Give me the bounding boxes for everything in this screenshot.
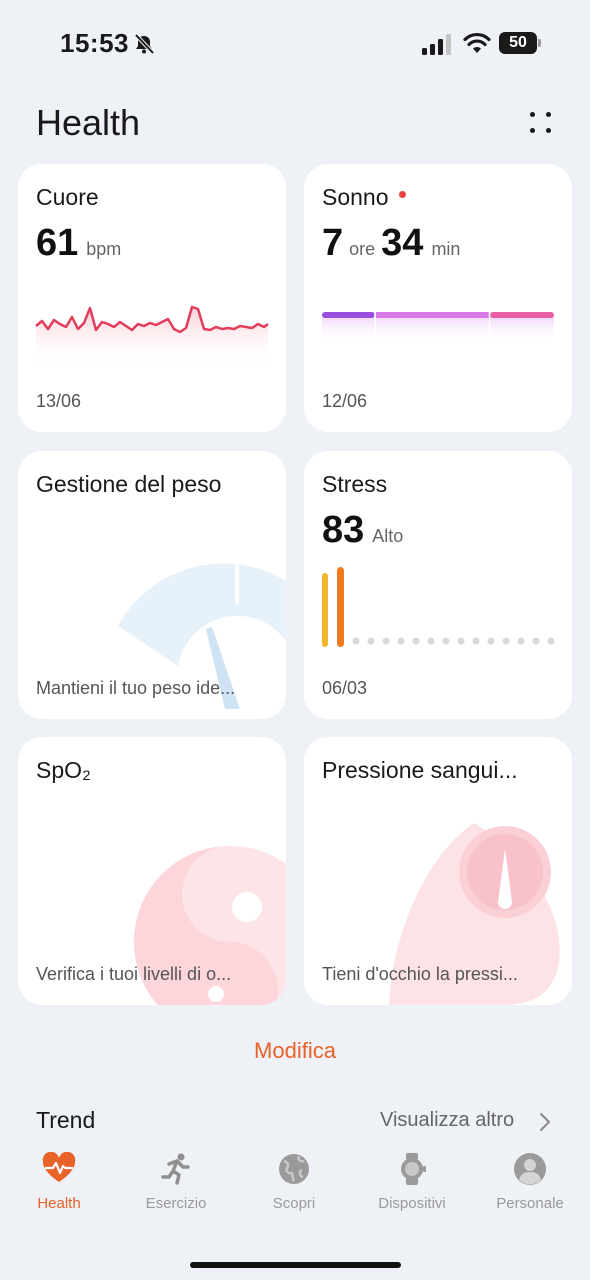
card-subtitle: Mantieni il tuo peso ide... [36, 678, 236, 698]
grid-dot [530, 128, 535, 133]
signal-icon [422, 34, 451, 55]
edit-cards-button[interactable]: Modifica [0, 1038, 590, 1064]
weight-management-card[interactable]: Gestione del peso Mantieni il tuo peso i… [18, 451, 286, 719]
sleep-segment-light [376, 312, 489, 318]
sleep-segment-deep [322, 312, 375, 318]
battery-indicator: 50 [499, 32, 541, 54]
tab-esercizio[interactable]: Esercizio [126, 1152, 226, 1212]
tab-personale[interactable]: Personale [480, 1152, 580, 1212]
sleep-card[interactable]: Sonno 7 ore 34 min 12/06 [304, 164, 572, 432]
tab-label: Scopri [272, 1195, 316, 1212]
card-subtitle: Tieni d'occhio la pressi... [322, 964, 518, 984]
status-bar: 15:53 50 [0, 0, 590, 90]
spo2-card[interactable]: SpO₂ Verifica i tuoi livelli di o... [18, 737, 286, 1005]
status-time: 15:53 [60, 28, 129, 58]
tab-dispositivi[interactable]: Dispositivi [362, 1152, 462, 1212]
bell-muted-icon [134, 33, 155, 55]
stress-card[interactable]: Stress 83 Alto 06/03 [304, 451, 572, 719]
battery-level: 50 [499, 32, 537, 54]
globe-icon [279, 1154, 309, 1184]
heart-rate-card[interactable]: Cuore 61 bpm 13/06 [18, 164, 286, 432]
chevron-right-icon[interactable] [538, 1112, 552, 1132]
watch-icon [401, 1153, 426, 1185]
page-title: Health [36, 102, 141, 143]
stress-empty-dots [352, 637, 555, 645]
card-date: 12/06 [322, 391, 368, 411]
blood-pressure-card[interactable]: Pressione sangui... Tieni d'occhio la pr… [304, 737, 572, 1005]
bottom-tab-bar: Health Esercizio Scopri Dispositivi Pers… [0, 1140, 590, 1280]
person-icon [514, 1153, 546, 1185]
sleep-segment-rem [490, 312, 554, 318]
stress-bar [337, 567, 344, 647]
trend-section-title: Trend [36, 1107, 96, 1133]
tab-label: Dispositivi [378, 1195, 446, 1212]
card-date: 13/06 [36, 391, 82, 411]
grid-dot [530, 112, 535, 117]
card-date: 06/03 [322, 678, 368, 698]
card-title: Gestione del peso [36, 471, 222, 497]
grid-dot [546, 112, 551, 117]
view-more-link[interactable]: Visualizza altro [380, 1109, 514, 1132]
card-title: SpO₂ [36, 757, 91, 783]
wifi-icon [463, 32, 491, 53]
grid-menu-button[interactable] [522, 106, 562, 142]
heart-pulse-icon [42, 1152, 76, 1182]
running-icon [161, 1153, 190, 1185]
card-subtitle: Verifica i tuoi livelli di o... [36, 964, 232, 984]
card-title: Pressione sangui... [322, 757, 518, 783]
heart-rate-area [36, 307, 268, 364]
tab-label: Personale [496, 1195, 564, 1212]
tab-health[interactable]: Health [9, 1152, 109, 1212]
tab-scopri[interactable]: Scopri [244, 1152, 344, 1212]
home-indicator[interactable] [190, 1262, 401, 1268]
tab-label: Health [37, 1195, 81, 1212]
grid-dot [546, 128, 551, 133]
tab-label: Esercizio [145, 1195, 207, 1212]
stress-bar [322, 573, 328, 647]
